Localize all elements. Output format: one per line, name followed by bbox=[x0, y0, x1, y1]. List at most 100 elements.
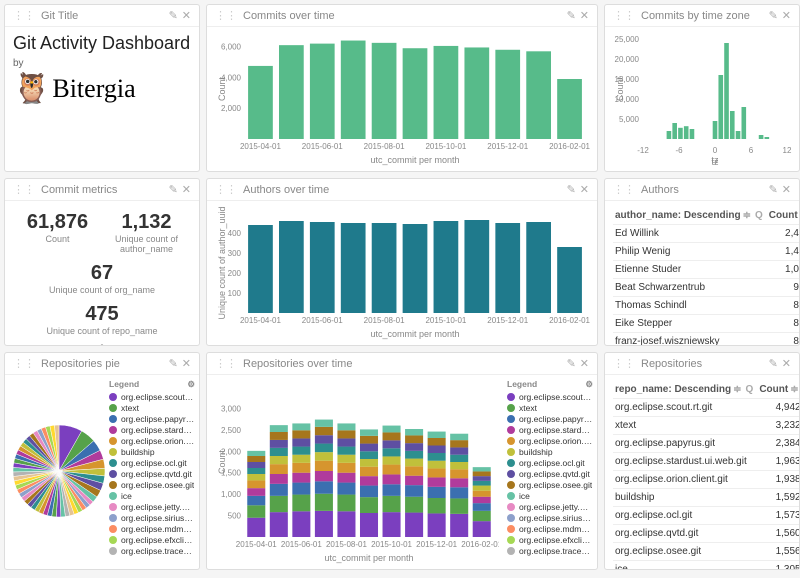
table-row[interactable]: org.eclipse.stardust.ui.web.git1,963 bbox=[613, 453, 799, 471]
legend-item[interactable]: org.eclipse.orion.cli... bbox=[109, 436, 195, 446]
edit-icon[interactable]: ✎ bbox=[169, 184, 178, 196]
legend-item[interactable]: ice bbox=[507, 491, 593, 501]
legend-item[interactable]: xtext bbox=[507, 403, 593, 413]
legend-item[interactable]: buildship bbox=[507, 447, 593, 457]
drag-icon[interactable]: ⋮⋮ bbox=[215, 183, 237, 196]
authors-time-chart[interactable]: 1002003004002015-04-012015-06-012015-08-… bbox=[215, 207, 591, 341]
legend-item[interactable]: org.eclipse.traceco... bbox=[109, 546, 195, 556]
repos-pie-chart[interactable] bbox=[9, 381, 109, 561]
close-icon[interactable]: ✕ bbox=[580, 184, 589, 196]
edit-icon[interactable]: ✎ bbox=[567, 358, 576, 370]
drag-icon[interactable]: ⋮⋮ bbox=[13, 357, 35, 370]
table-row[interactable]: Beat Schwarzentrub908 bbox=[613, 279, 799, 297]
close-icon[interactable]: ✕ bbox=[782, 10, 791, 22]
close-icon[interactable]: ✕ bbox=[580, 10, 589, 22]
col-count[interactable]: Count≑ bbox=[757, 381, 799, 399]
search-icon[interactable]: Q bbox=[746, 384, 754, 395]
table-row[interactable]: org.eclipse.ocl.git1,573 bbox=[613, 507, 799, 525]
edit-icon[interactable]: ✎ bbox=[169, 10, 178, 22]
table-row[interactable]: Eike Stepper866 bbox=[613, 315, 799, 333]
drag-icon[interactable]: ⋮⋮ bbox=[13, 9, 35, 22]
edit-icon[interactable]: ✎ bbox=[769, 10, 778, 22]
close-icon[interactable]: ✕ bbox=[182, 184, 191, 196]
drag-icon[interactable]: ⋮⋮ bbox=[215, 357, 237, 370]
table-row[interactable]: org.eclipse.qvtd.git1,560 bbox=[613, 525, 799, 543]
svg-text:2015-08-01: 2015-08-01 bbox=[364, 142, 405, 151]
legend-item[interactable]: org.eclipse.jetty.pro... bbox=[507, 502, 593, 512]
table-row[interactable]: org.eclipse.scout.rt.git4,942 bbox=[613, 399, 799, 417]
legend-item[interactable]: org.eclipse.jetty.pro... bbox=[109, 502, 195, 512]
drag-icon[interactable]: ⋮⋮ bbox=[215, 9, 237, 22]
close-icon[interactable]: ✕ bbox=[182, 10, 191, 22]
col-count[interactable]: Count≑ bbox=[767, 207, 799, 225]
legend-item[interactable]: org.eclipse.scout.rt... bbox=[507, 392, 593, 402]
legend-item[interactable]: org.eclipse.osee.git bbox=[507, 480, 593, 490]
legend-item[interactable]: org.eclipse.papyrus... bbox=[507, 414, 593, 424]
legend-gear-icon[interactable]: ⚙ bbox=[187, 379, 195, 390]
table-row[interactable]: ice1,305 bbox=[613, 561, 799, 570]
legend-item[interactable]: org.eclipse.papyrus... bbox=[109, 414, 195, 424]
table-row[interactable]: Philip Wenig1,451 bbox=[613, 243, 799, 261]
metric-authors: 1,132Unique count of author_name bbox=[102, 207, 191, 258]
col-repo-name[interactable]: repo_name: Descending≑Q bbox=[613, 381, 757, 399]
drag-icon[interactable]: ⋮⋮ bbox=[613, 183, 635, 196]
legend-item[interactable]: org.eclipse.stardust... bbox=[507, 425, 593, 435]
close-icon[interactable]: ✕ bbox=[782, 358, 791, 370]
edit-icon[interactable]: ✎ bbox=[567, 10, 576, 22]
table-row[interactable]: Thomas Schindl885 bbox=[613, 297, 799, 315]
legend-item[interactable]: org.eclipse.qvtd.git bbox=[109, 469, 195, 479]
repos-time-chart[interactable]: 5001,0001,5002,0002,5003,0002015-04-0120… bbox=[215, 381, 499, 565]
legend-item[interactable]: org.eclipse.stardust... bbox=[109, 425, 195, 435]
table-row[interactable]: buildship1,592 bbox=[613, 489, 799, 507]
repos-table: repo_name: Descending≑QCount≑ org.eclips… bbox=[613, 381, 799, 569]
legend-item[interactable]: org.eclipse.orion.cli... bbox=[507, 436, 593, 446]
legend-item[interactable]: ice bbox=[109, 491, 195, 501]
legend-item[interactable]: org.eclipse.ocl.git bbox=[109, 458, 195, 468]
table-row[interactable]: org.eclipse.papyrus.git2,384 bbox=[613, 435, 799, 453]
close-icon[interactable]: ✕ bbox=[580, 358, 589, 370]
panel-authors-over-time: ⋮⋮Authors over time✎✕ 1002003004002015-0… bbox=[206, 178, 598, 346]
panel-git-title: ⋮⋮Git Title✎✕ Git Activity Dashboard by … bbox=[4, 4, 200, 172]
table-row[interactable]: Ed Willink2,436 bbox=[613, 225, 799, 243]
col-author-name[interactable]: author_name: Descending≑Q bbox=[613, 207, 767, 225]
edit-icon[interactable]: ✎ bbox=[769, 358, 778, 370]
legend-item[interactable]: org.eclipse.efxclipse... bbox=[109, 535, 195, 545]
table-row[interactable]: org.eclipse.osee.git1,556 bbox=[613, 543, 799, 561]
close-icon[interactable]: ✕ bbox=[782, 184, 791, 196]
svg-text:2016-02-01: 2016-02-01 bbox=[549, 316, 590, 325]
legend-gear-icon[interactable]: ⚙ bbox=[585, 379, 593, 390]
table-row[interactable]: franz-josef.wiszniewsky820 bbox=[613, 333, 799, 346]
legend-item[interactable]: org.eclipse.scout.rt... bbox=[109, 392, 195, 402]
close-icon[interactable]: ✕ bbox=[182, 358, 191, 370]
sort-icon[interactable]: ≑ bbox=[743, 210, 751, 221]
sort-icon[interactable]: ≑ bbox=[733, 384, 741, 395]
legend-item[interactable]: xtext bbox=[109, 403, 195, 413]
legend-item[interactable]: org.eclipse.sirius.git bbox=[507, 513, 593, 523]
drag-icon[interactable]: ⋮⋮ bbox=[613, 9, 635, 22]
commits-time-chart[interactable]: 2,0004,0006,0002015-04-012015-06-012015-… bbox=[215, 33, 591, 167]
legend-item[interactable]: org.eclipse.mdmwe... bbox=[109, 524, 195, 534]
legend-item[interactable]: org.eclipse.traceco... bbox=[507, 546, 593, 556]
search-icon[interactable]: Q bbox=[755, 210, 763, 221]
sort-icon[interactable]: ≑ bbox=[790, 384, 798, 395]
legend-item[interactable]: org.eclipse.efxclipse... bbox=[507, 535, 593, 545]
edit-icon[interactable]: ✎ bbox=[567, 184, 576, 196]
edit-icon[interactable]: ✎ bbox=[769, 184, 778, 196]
table-row[interactable]: org.eclipse.orion.client.git1,938 bbox=[613, 471, 799, 489]
legend-item[interactable]: org.eclipse.mdmwe... bbox=[507, 524, 593, 534]
legend-item[interactable]: buildship bbox=[109, 447, 195, 457]
svg-text:400: 400 bbox=[228, 229, 242, 238]
commits-tz-chart[interactable]: 5,00010,00015,00020,00025,000tzCount-12-… bbox=[613, 33, 793, 167]
table-row[interactable]: xtext3,232 bbox=[613, 417, 799, 435]
svg-text:-6: -6 bbox=[675, 146, 683, 155]
table-row[interactable]: Etienne Studer1,019 bbox=[613, 261, 799, 279]
drag-icon[interactable]: ⋮⋮ bbox=[13, 183, 35, 196]
legend-item[interactable]: org.eclipse.ocl.git bbox=[507, 458, 593, 468]
svg-text:6: 6 bbox=[749, 146, 754, 155]
drag-icon[interactable]: ⋮⋮ bbox=[613, 357, 635, 370]
legend-item[interactable]: org.eclipse.osee.git bbox=[109, 480, 195, 490]
legend-item[interactable]: org.eclipse.sirius.git bbox=[109, 513, 195, 523]
caret-up-icon[interactable]: ⌃ bbox=[13, 340, 191, 345]
edit-icon[interactable]: ✎ bbox=[169, 358, 178, 370]
legend-item[interactable]: org.eclipse.qvtd.git bbox=[507, 469, 593, 479]
